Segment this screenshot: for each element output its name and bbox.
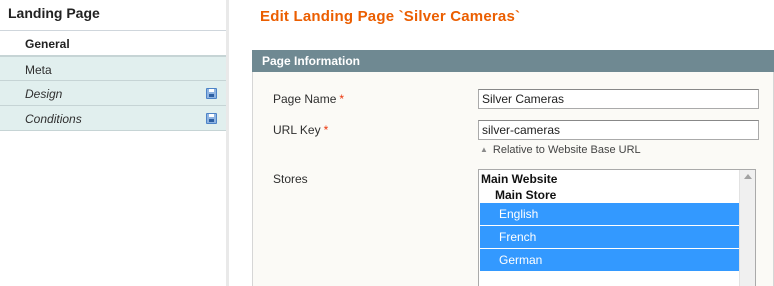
scroll-up-arrow-icon[interactable]	[744, 174, 752, 179]
page-name-label: Page Name *	[273, 92, 344, 106]
tab-meta-label: Meta	[25, 63, 52, 77]
stores-label: Stores	[273, 172, 308, 186]
page-title: Edit Landing Page `Silver Cameras`	[260, 8, 521, 25]
optgroup-website: Main Website	[481, 172, 558, 186]
tab-general-label: General	[25, 37, 70, 51]
store-option-label: French	[499, 230, 537, 244]
required-mark: *	[323, 123, 329, 137]
store-option-german[interactable]: German	[480, 249, 741, 271]
store-option-label: English	[499, 207, 539, 221]
store-option-label: German	[499, 253, 543, 267]
fieldset-header-label: Page Information	[262, 54, 361, 68]
sidebar: Landing Page General Meta Design Conditi…	[0, 0, 226, 286]
multiselect-scrollbar[interactable]	[739, 170, 755, 286]
sidebar-title: Landing Page	[8, 5, 100, 21]
store-option-french[interactable]: French	[480, 226, 741, 248]
tab-general[interactable]: General	[0, 31, 226, 56]
tab-meta[interactable]: Meta	[0, 56, 226, 81]
required-mark: *	[339, 92, 345, 106]
optgroup-store: Main Store	[495, 188, 557, 202]
save-icon	[206, 88, 217, 99]
url-key-note-text: Relative to Website Base URL	[492, 144, 641, 156]
page-name-label-text: Page Name	[273, 92, 337, 106]
tab-conditions[interactable]: Conditions	[0, 106, 226, 131]
fieldset-header: Page Information	[252, 50, 774, 72]
url-key-note: ▲ Relative to Website Base URL	[480, 144, 641, 156]
url-key-label: URL Key *	[273, 123, 328, 137]
note-arrow-icon: ▲	[480, 145, 488, 154]
column-divider	[226, 0, 229, 286]
store-option-english[interactable]: English	[480, 203, 741, 225]
save-icon	[206, 113, 217, 124]
url-key-input[interactable]	[478, 120, 759, 140]
stores-multiselect[interactable]: Main Website Main Store English French G…	[478, 169, 756, 286]
tab-design-label: Design	[25, 87, 63, 101]
tab-conditions-label: Conditions	[25, 112, 82, 126]
page-name-input[interactable]	[478, 89, 759, 109]
tab-design[interactable]: Design	[0, 81, 226, 106]
url-key-label-text: URL Key	[273, 123, 321, 137]
